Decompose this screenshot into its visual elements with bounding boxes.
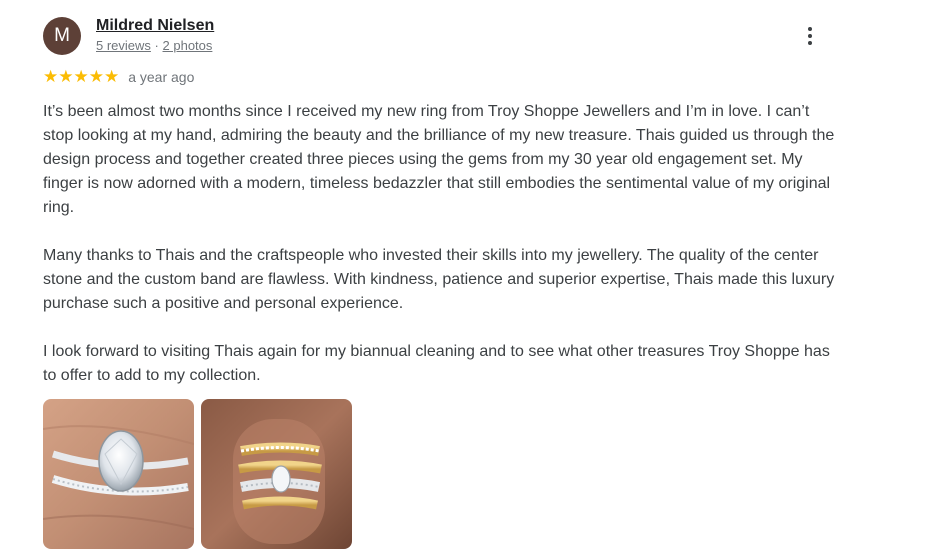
review-paragraph: It’s been almost two months since I rece… — [43, 103, 835, 216]
more-vert-icon — [808, 27, 812, 31]
rating-row: ★★★★★ a year ago — [43, 67, 194, 87]
reviews-count-link[interactable]: 5 reviews — [96, 38, 151, 53]
review-photo-engagement-ring[interactable] — [43, 399, 194, 549]
ring-photo-2-image — [201, 399, 352, 549]
star-rating: ★★★★★ — [43, 67, 120, 86]
review-photos — [43, 399, 352, 549]
meta-separator: · — [154, 38, 159, 53]
avatar[interactable]: M — [43, 17, 81, 55]
more-vert-icon-dot — [808, 41, 812, 45]
review-time: a year ago — [128, 69, 195, 85]
photos-count-link[interactable]: 2 photos — [163, 38, 213, 53]
author-meta: 5 reviews · 2 photos — [96, 38, 212, 53]
more-options-button[interactable] — [797, 22, 823, 50]
review-paragraph: Many thanks to Thais and the craftspeopl… — [43, 247, 835, 312]
ring-photo-1-image — [43, 399, 194, 549]
review-text: It’s been almost two months since I rece… — [43, 100, 843, 388]
more-vert-icon-dot — [808, 34, 812, 38]
review-paragraph: I look forward to visiting Thais again f… — [43, 343, 830, 384]
review-photo-ring-stack[interactable] — [201, 399, 352, 549]
author-name-link[interactable]: Mildred Nielsen — [96, 17, 214, 35]
